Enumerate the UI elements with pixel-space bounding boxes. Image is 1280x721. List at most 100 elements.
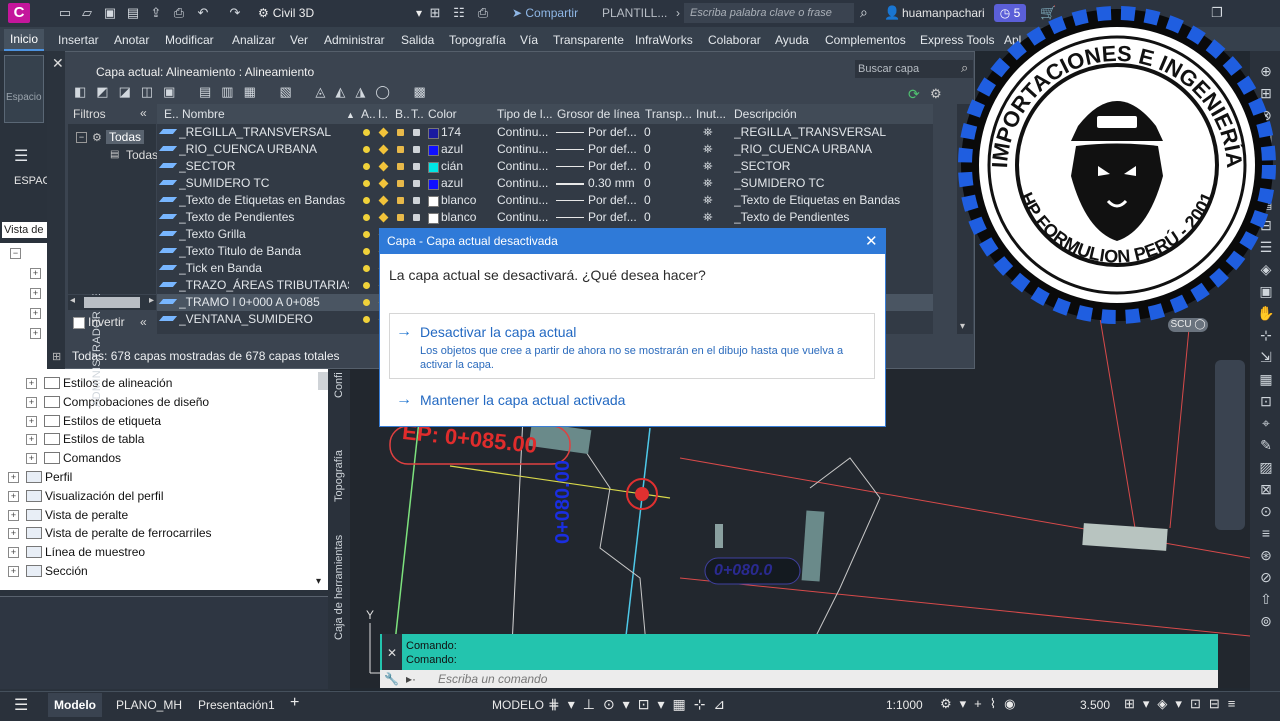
tab-infraworks[interactable]: InfraWorks xyxy=(635,33,693,47)
printer-icon[interactable] xyxy=(413,163,420,170)
expand-icon[interactable]: + xyxy=(30,308,41,319)
tab-ver[interactable]: Ver xyxy=(290,33,308,47)
layer-row[interactable]: _Texto de Pendientes blanco Continu... Por … xyxy=(157,209,933,226)
close-icon[interactable]: ✕ xyxy=(52,55,64,72)
tree-item[interactable]: + Comandos xyxy=(0,449,314,467)
lightbulb-icon[interactable] xyxy=(363,146,370,153)
col-lock[interactable]: B.. xyxy=(395,107,410,121)
tree-item[interactable]: + Vista de peralte de ferrocarriles xyxy=(0,524,314,542)
expand-icon[interactable]: + xyxy=(8,509,19,521)
scroll-down-icon[interactable]: ▾ xyxy=(316,576,321,587)
layer-name[interactable]: _Texto Titulo de Banda xyxy=(179,243,349,260)
model-space-toggle[interactable]: MODELO xyxy=(492,698,544,712)
layer-transparency[interactable]: 0 xyxy=(644,124,651,141)
vp-freeze-icon[interactable]: ⛯ xyxy=(703,192,713,209)
annotation-scale[interactable]: 1:1000 xyxy=(886,698,923,712)
tab-topografia[interactable]: Topografía xyxy=(449,33,506,47)
lightbulb-icon[interactable] xyxy=(363,180,370,187)
tree-item[interactable]: + Vista de peralte xyxy=(0,506,314,524)
filters-hscroll[interactable]: ◂ ▸ xyxy=(68,295,156,310)
lock-icon[interactable] xyxy=(397,146,404,153)
layer-name[interactable]: _TRAMO I 0+000 A 0+085 xyxy=(179,294,349,311)
status-icons[interactable]: ⊞▾◈▾⊡⊟≡ xyxy=(1124,696,1243,712)
lock-icon[interactable] xyxy=(397,163,404,170)
sun-icon[interactable] xyxy=(378,161,389,172)
layer-color[interactable]: azul xyxy=(441,141,463,158)
expand-icon[interactable]: + xyxy=(30,288,41,299)
palette-title-strip[interactable]: ADMINISTRADOR DE PROPIEDADES DE CAPAS xyxy=(47,51,103,407)
vp-freeze-icon[interactable]: ⛯ xyxy=(703,158,713,175)
layer-linetype[interactable]: Continu... xyxy=(497,175,553,192)
color-swatch[interactable] xyxy=(428,213,439,224)
layer-name[interactable]: _TRAZO_ÁREAS TRIBUTARIAS xyxy=(179,277,349,294)
refresh-icon[interactable]: ⟳ xyxy=(908,86,920,103)
layer-lineweight[interactable]: Por def... xyxy=(588,192,644,209)
expand-icon[interactable]: + xyxy=(26,378,37,389)
tab-inicio[interactable]: Inicio xyxy=(4,29,45,51)
tab-toolbox[interactable]: Caja de herramientas xyxy=(333,535,345,640)
plot-icon[interactable]: ⎙ xyxy=(476,6,490,20)
layer-name[interactable]: _SUMIDERO TC xyxy=(179,175,349,192)
layer-search-input[interactable]: Buscar capa xyxy=(855,60,973,78)
add-layout-icon[interactable]: + xyxy=(290,694,299,712)
sun-icon[interactable] xyxy=(378,178,389,189)
lightbulb-icon[interactable] xyxy=(363,282,370,289)
col-color[interactable]: Color xyxy=(428,107,457,121)
hamburger-icon[interactable]: ☰ xyxy=(14,146,28,166)
tree-item[interactable]: + Visualización del perfil xyxy=(0,487,314,505)
collapse-icon[interactable]: « xyxy=(140,106,147,120)
option1-title[interactable]: Desactivar la capa actual xyxy=(420,324,576,340)
layer-name[interactable]: _Tick en Banda xyxy=(179,260,349,277)
layer-transparency[interactable]: 0 xyxy=(644,192,651,209)
tab-plano-mh[interactable]: PLANO_MH xyxy=(116,698,182,712)
layer-toolbar[interactable]: ◧◩◪◫▣ ▤▥▦ ▧ ◬◭◮◯ ▩ xyxy=(74,84,436,100)
tab-settings[interactable]: Confi xyxy=(333,372,345,398)
expand-icon[interactable]: + xyxy=(26,453,37,465)
vp-freeze-icon[interactable]: ⛯ xyxy=(703,141,713,158)
col-status[interactable]: E.. xyxy=(164,107,179,121)
col-transparency[interactable]: Transp... xyxy=(645,107,692,121)
layer-row[interactable]: _REGILLA_TRANSVERSAL 174 Continu... Por def… xyxy=(157,124,933,141)
layer-icon[interactable]: ⊞ xyxy=(428,6,442,20)
hamburger-icon[interactable]: ☰ xyxy=(14,695,28,715)
elevation-value[interactable]: 3.500 xyxy=(1080,698,1110,712)
col-freeze[interactable]: I.. xyxy=(378,107,388,121)
lightbulb-icon[interactable] xyxy=(363,299,370,306)
vp-freeze-icon[interactable]: ⛯ xyxy=(703,209,713,226)
lock-icon[interactable] xyxy=(397,197,404,204)
lightbulb-icon[interactable] xyxy=(363,248,370,255)
tab-transparente[interactable]: Transparente xyxy=(553,33,624,47)
tree-item[interactable]: + Sección xyxy=(0,562,314,580)
keep-current-layer-on-option[interactable]: Mantener la capa actual activada xyxy=(420,392,625,408)
tab-modificar[interactable]: Modificar xyxy=(165,33,214,47)
tab-via[interactable]: Vía xyxy=(520,33,538,47)
layer-color[interactable]: 174 xyxy=(441,124,461,141)
layer-name[interactable]: _RIO_CUENCA URBANA xyxy=(179,141,349,158)
layer-color[interactable]: cián xyxy=(441,158,463,175)
tab-insertar[interactable]: Insertar xyxy=(58,33,99,47)
keyword-search-input[interactable]: Escriba palabra clave o frase xyxy=(684,3,854,23)
collapse-icon[interactable]: « xyxy=(140,315,147,329)
tab-presentacion1[interactable]: Presentación1 xyxy=(198,698,275,712)
expand-icon[interactable]: + xyxy=(8,528,19,540)
layer-lineweight[interactable]: Por def... xyxy=(588,209,644,226)
col-plot[interactable]: T.. xyxy=(411,107,424,121)
layer-row[interactable]: _RIO_CUENCA URBANA azul Continu... Por def.… xyxy=(157,141,933,158)
layer-linetype[interactable]: Continu... xyxy=(497,158,553,175)
settings-icon[interactable]: ⚙ xyxy=(930,86,942,102)
lock-icon[interactable] xyxy=(397,180,404,187)
properties-icon[interactable]: ☷ xyxy=(452,6,466,20)
lightbulb-icon[interactable] xyxy=(363,129,370,136)
tab-administrar[interactable]: Administrar xyxy=(324,33,385,47)
scu-badge[interactable]: SCU ◯ xyxy=(1168,318,1208,332)
layer-name[interactable]: _VENTANA_SUMIDERO xyxy=(179,311,349,328)
layer-transparency[interactable]: 0 xyxy=(644,209,651,226)
layer-transparency[interactable]: 0 xyxy=(644,158,651,175)
tree-item[interactable]: + Comprobaciones de diseño xyxy=(0,393,314,411)
tab-colaborar[interactable]: Colaborar xyxy=(708,33,761,47)
sun-icon[interactable] xyxy=(378,127,389,138)
tree-item[interactable]: + Perfil xyxy=(0,468,314,486)
sun-icon[interactable] xyxy=(378,144,389,155)
color-swatch[interactable] xyxy=(428,196,439,207)
vp-freeze-icon[interactable]: ⛯ xyxy=(703,124,713,141)
